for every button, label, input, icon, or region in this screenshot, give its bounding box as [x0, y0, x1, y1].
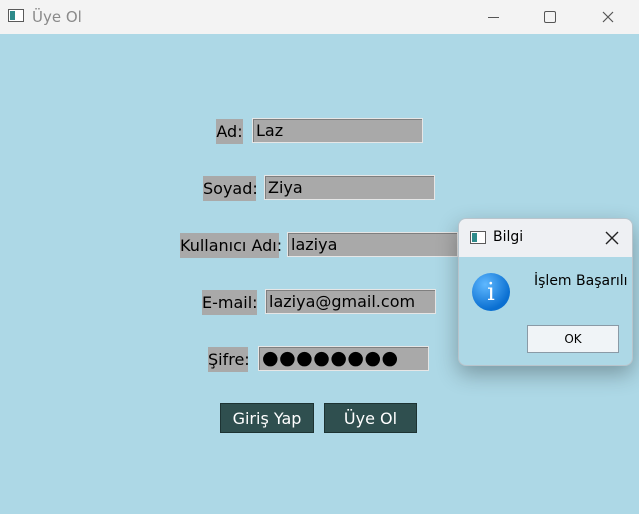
info-dialog: Bilgi i İşlem Başarılı OK [458, 218, 633, 366]
dialog-message: İşlem Başarılı [534, 273, 628, 289]
email-input[interactable]: laziya@gmail.com [265, 289, 436, 314]
email-label: E-mail: [202, 290, 258, 315]
soyad-label: Soyad: [203, 176, 258, 201]
ad-label: Ad: [216, 119, 243, 144]
info-icon: i [472, 273, 510, 311]
soyad-input[interactable]: Ziya [264, 175, 435, 200]
app-icon [8, 9, 24, 22]
dialog-app-icon [470, 231, 486, 244]
uye-ol-button[interactable]: Üye Ol [324, 403, 417, 433]
dialog-close-button[interactable] [600, 226, 624, 250]
sifre-label: Şifre: [208, 347, 250, 372]
kullanici-adi-input[interactable]: laziya [287, 232, 458, 257]
dialog-title: Bilgi [493, 229, 524, 245]
kullanici-adi-label: Kullanıcı Adı: [180, 233, 282, 258]
close-button[interactable] [585, 0, 631, 34]
minimize-button[interactable] [470, 0, 516, 34]
close-icon [602, 11, 614, 23]
giris-yap-button[interactable]: Giriş Yap [220, 403, 314, 433]
sifre-input[interactable]: ●●●●●●●● [258, 346, 429, 371]
dialog-title-bar: Bilgi [459, 219, 632, 257]
maximize-button[interactable] [527, 0, 573, 34]
window-title: Üye Ol [32, 8, 82, 26]
title-bar: Üye Ol [0, 0, 639, 34]
close-icon [605, 231, 619, 245]
ok-button[interactable]: OK [527, 325, 619, 353]
ad-input[interactable]: Laz [252, 118, 423, 143]
minimize-icon [487, 16, 499, 18]
maximize-icon [544, 11, 556, 23]
